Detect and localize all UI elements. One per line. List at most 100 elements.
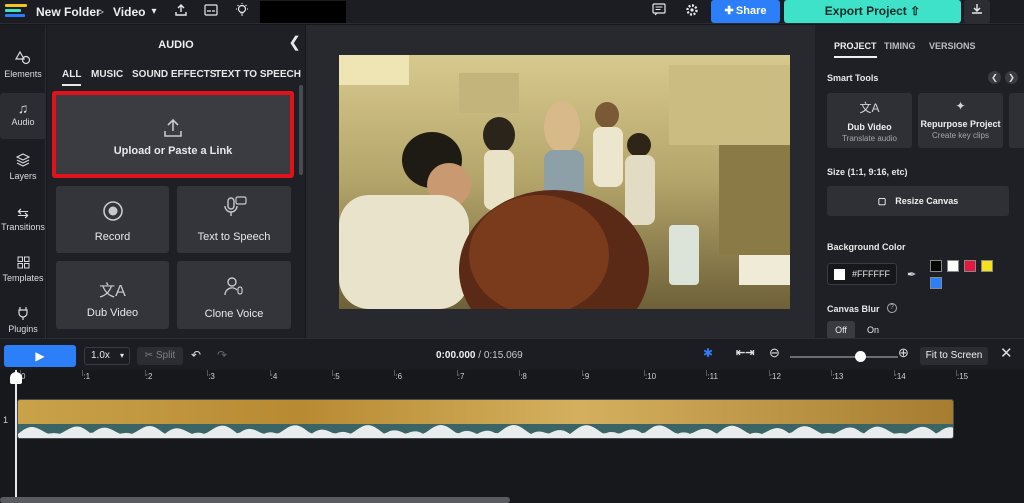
- chevron-down-icon: ▾: [119, 351, 124, 360]
- video-preview[interactable]: [339, 55, 790, 309]
- rail-label: Plugins: [8, 324, 38, 334]
- share-button[interactable]: ✚ Share: [711, 0, 780, 23]
- redacted-area: [260, 1, 346, 23]
- download-icon: [972, 4, 982, 14]
- subtitles-icon[interactable]: [202, 3, 220, 21]
- tab-project[interactable]: PROJECT: [834, 41, 877, 58]
- tab-music[interactable]: MUSIC: [91, 69, 123, 80]
- close-icon[interactable]: ✕: [1000, 344, 1013, 362]
- rail-item-transitions[interactable]: ⇆ Transitions: [0, 198, 46, 244]
- ruler-label: :15: [957, 372, 969, 381]
- redo-icon[interactable]: ↷: [217, 348, 227, 362]
- layers-icon: [0, 153, 46, 171]
- snap-icon[interactable]: ✱: [703, 346, 713, 360]
- rail-label: Transitions: [1, 222, 45, 232]
- ruler-label: :8: [520, 372, 527, 381]
- blur-off-toggle[interactable]: Off: [827, 321, 855, 339]
- video-clip[interactable]: [17, 399, 954, 439]
- tool-dub-video[interactable]: 文A Dub Video Translate audio: [827, 93, 912, 148]
- chevron-left-icon[interactable]: ❮: [288, 33, 301, 51]
- download-button[interactable]: [964, 0, 990, 23]
- ruler-label: :11: [707, 372, 718, 381]
- background-color-title: Background Color: [827, 242, 906, 252]
- tool-subtitle: Create key clips: [932, 131, 989, 140]
- time-display: 0:00.000 / 0:15.069: [436, 350, 523, 361]
- rail-item-templates[interactable]: Templates: [0, 249, 46, 295]
- tab-versions[interactable]: VERSIONS: [929, 41, 976, 51]
- ruler-label: :10: [645, 372, 657, 381]
- blur-on-toggle[interactable]: On: [859, 321, 887, 339]
- tool-subtitle: Translate audio: [842, 134, 897, 143]
- translate-icon: 文A: [859, 101, 880, 115]
- speed-value: 1.0x: [91, 350, 110, 361]
- fit-width-icon[interactable]: ⇤⇥: [736, 346, 754, 359]
- ruler-label: :1: [83, 372, 91, 381]
- size-title: Size (1:1, 9:16, etc): [827, 167, 908, 177]
- swatch-yellow[interactable]: [981, 260, 993, 272]
- play-button[interactable]: ▶: [4, 345, 76, 367]
- record-card[interactable]: Record: [56, 186, 169, 253]
- zoom-out-icon[interactable]: ⊖: [769, 345, 780, 361]
- dub-video-label: Dub Video: [86, 307, 139, 319]
- rail-label: Templates: [2, 273, 44, 283]
- swatch-red[interactable]: [964, 260, 976, 272]
- upload-icon[interactable]: [172, 3, 190, 21]
- app-logo[interactable]: [5, 4, 27, 20]
- tab-sound-effects[interactable]: SOUND EFFECTS: [132, 69, 216, 80]
- resize-canvas-button[interactable]: ▢ Resize Canvas: [827, 186, 1009, 216]
- ruler-label: :6: [395, 372, 403, 381]
- plug-icon: [0, 306, 46, 324]
- rail-item-elements[interactable]: Elements: [0, 45, 46, 91]
- swatch-black[interactable]: [930, 260, 942, 272]
- lightbulb-icon[interactable]: [233, 3, 251, 21]
- speed-select[interactable]: 1.0x ▾: [84, 347, 130, 365]
- share-label: Share: [735, 5, 767, 17]
- chevron-down-icon[interactable]: ▾: [145, 3, 163, 21]
- rail-label: Layers: [9, 171, 37, 181]
- playhead-handle[interactable]: [10, 372, 22, 384]
- smart-tools-title: Smart Tools: [827, 73, 879, 83]
- timeline-scrollbar[interactable]: [0, 497, 510, 503]
- breadcrumb-folder[interactable]: New Folder: [36, 0, 101, 24]
- tool-title: Repurpose Project: [920, 119, 1001, 129]
- ruler-label: :12: [769, 372, 781, 381]
- swatch-blue[interactable]: [930, 277, 942, 289]
- fit-to-screen-button[interactable]: Fit to Screen: [920, 347, 988, 365]
- split-button[interactable]: ✂ Split: [137, 347, 183, 365]
- clone-voice-icon: [177, 275, 291, 302]
- timeline-toolbar: ▶ 1.0x ▾ ✂ Split ↶ ↷ 0:00.000 / 0:15.069…: [0, 338, 1024, 370]
- tool-repurpose-project[interactable]: ✦ Repurpose Project Create key clips: [918, 93, 1003, 148]
- swatch-white[interactable]: [947, 260, 959, 272]
- zoom-slider-handle[interactable]: [855, 351, 867, 362]
- ruler-label: :5: [333, 372, 340, 381]
- upload-icon: [56, 117, 290, 144]
- tab-all[interactable]: ALL: [62, 69, 82, 86]
- help-icon[interactable]: ?: [887, 303, 897, 313]
- rail-item-layers[interactable]: Layers: [0, 147, 46, 193]
- zoom-in-icon[interactable]: ⊕: [898, 345, 909, 361]
- breadcrumb-project[interactable]: Video: [113, 0, 145, 24]
- tab-text-to-speech[interactable]: TEXT TO SPEECH: [215, 69, 301, 80]
- rail-item-audio[interactable]: ♫ Audio: [0, 93, 46, 139]
- text-to-speech-card[interactable]: Text to Speech: [177, 186, 291, 253]
- duration: / 0:15.069: [478, 350, 523, 361]
- panel-scrollbar[interactable]: [299, 85, 303, 175]
- tool-card-partial[interactable]: [1009, 93, 1024, 148]
- tab-timing[interactable]: TIMING: [884, 41, 916, 51]
- eyedropper-icon[interactable]: ✒: [907, 268, 916, 281]
- dub-video-card[interactable]: 文A Dub Video: [56, 261, 169, 329]
- zoom-slider-track[interactable]: [790, 356, 898, 358]
- speech-bubble-mic-icon: [177, 196, 291, 227]
- gear-icon[interactable]: [683, 3, 701, 21]
- chevron-right-icon[interactable]: ❯: [1005, 71, 1018, 84]
- bg-color-hex: #FFFFFF: [852, 269, 890, 279]
- upload-button[interactable]: Upload or Paste a Link: [52, 91, 294, 178]
- clone-voice-card[interactable]: Clone Voice: [177, 261, 291, 329]
- playhead[interactable]: [15, 370, 17, 503]
- undo-icon[interactable]: ↶: [191, 348, 201, 362]
- chevron-left-icon[interactable]: ❮: [988, 71, 1001, 84]
- comment-icon[interactable]: [650, 3, 668, 21]
- export-project-button[interactable]: Export Project ⇧: [784, 0, 961, 23]
- track-number: 1: [3, 415, 9, 425]
- bg-color-input[interactable]: #FFFFFF: [827, 263, 897, 285]
